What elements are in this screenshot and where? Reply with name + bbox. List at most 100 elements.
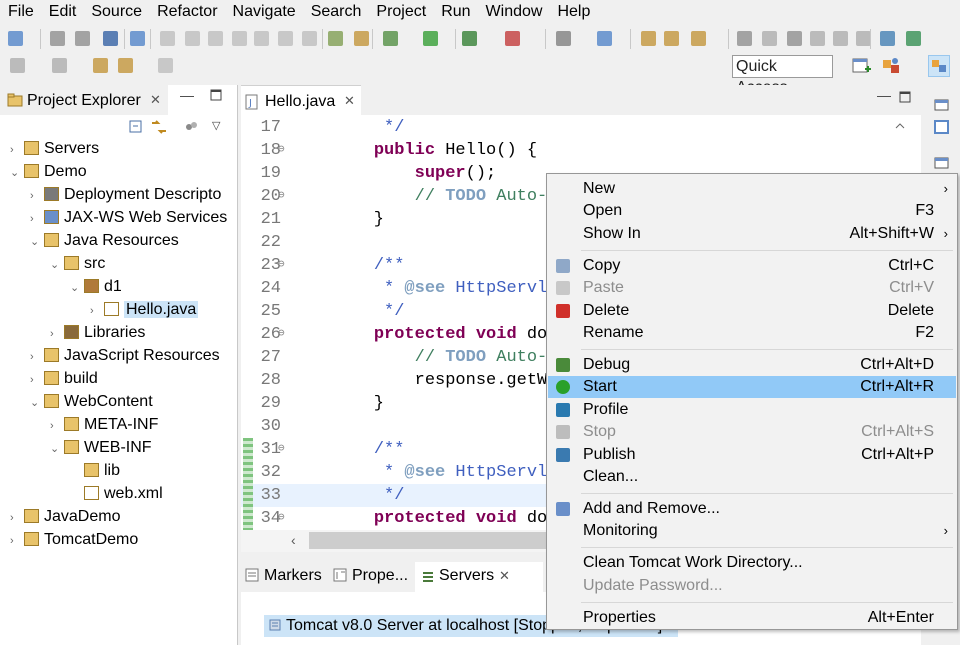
collapse-twisty-icon[interactable]: ⌄ — [50, 438, 64, 460]
menu-item-clean[interactable]: Clean... — [548, 466, 956, 488]
toggle-breadcrumb-icon[interactable] — [787, 31, 802, 46]
disconnect-icon[interactable] — [232, 31, 247, 46]
menu-item-debug[interactable]: Debug Ctrl+Alt+D — [548, 354, 956, 376]
tree-item[interactable]: ⌄ Demo — [10, 161, 87, 183]
save-icon[interactable] — [50, 31, 65, 46]
task-list-icon[interactable] — [933, 155, 951, 175]
menu-item-delete[interactable]: Delete Delete — [548, 300, 956, 322]
tree-item[interactable]: › META-INF — [50, 414, 158, 436]
forward-icon[interactable] — [158, 58, 173, 73]
minimize-icon[interactable]: — — [180, 87, 194, 103]
suspend-icon[interactable] — [185, 31, 200, 46]
tree-item[interactable]: web.xml — [70, 483, 163, 505]
menu-item-copy[interactable]: Copy Ctrl+C — [548, 255, 956, 277]
scroll-left-icon[interactable]: ‹ — [291, 532, 296, 548]
tree-item[interactable]: › Hello.java — [90, 299, 199, 322]
open-type-icon[interactable] — [641, 31, 656, 46]
menu-item-clean-tomcat-work-directory[interactable]: Clean Tomcat Work Directory... — [548, 552, 956, 574]
menu-item-properties[interactable]: Properties Alt+Enter — [548, 607, 956, 629]
tree-item[interactable]: ⌄ WEB-INF — [50, 437, 152, 459]
filters-icon[interactable] — [183, 119, 199, 139]
expand-twisty-icon[interactable]: › — [10, 507, 24, 529]
quick-access-field[interactable]: Quick Access — [732, 55, 833, 96]
tree-item[interactable]: › Libraries — [50, 322, 145, 344]
open-task-icon[interactable] — [664, 31, 679, 46]
menu-window[interactable]: Window — [478, 0, 550, 21]
expand-twisty-icon[interactable]: › — [50, 415, 64, 437]
web-perspective-icon[interactable] — [928, 55, 950, 77]
maximize-icon[interactable] — [899, 90, 911, 107]
restore-icon[interactable] — [933, 97, 951, 117]
minimize-icon[interactable]: — — [877, 87, 891, 103]
menu-item-publish[interactable]: Publish Ctrl+Alt+P — [548, 444, 956, 466]
collapse-twisty-icon[interactable]: ⌄ — [30, 231, 44, 253]
collapse-all-icon[interactable] — [128, 119, 144, 139]
new-icon[interactable] — [8, 31, 23, 46]
expand-twisty-icon[interactable]: › — [10, 139, 24, 161]
show-whitespace-icon[interactable] — [810, 31, 825, 46]
tree-item[interactable]: › build — [30, 368, 98, 390]
close-icon[interactable]: ✕ — [499, 568, 510, 584]
java-ee-perspective-icon[interactable] — [880, 55, 902, 77]
collapse-twisty-icon[interactable]: ⌄ — [30, 392, 44, 414]
menu-run[interactable]: Run — [433, 0, 477, 21]
collapse-twisty-icon[interactable]: ⌄ — [70, 277, 84, 299]
expand-twisty-icon[interactable]: › — [90, 300, 104, 322]
menu-item-profile[interactable]: Profile — [548, 399, 956, 421]
word-wrap-icon[interactable] — [833, 31, 848, 46]
expand-twisty-icon[interactable]: › — [30, 369, 44, 391]
menu-refactor[interactable]: Refactor — [149, 0, 224, 21]
menu-search[interactable]: Search — [303, 0, 369, 21]
menu-item-new[interactable]: New › — [548, 178, 956, 200]
mark-occurrences-icon[interactable] — [737, 31, 752, 46]
collapse-twisty-icon[interactable]: ⌄ — [50, 254, 64, 276]
coverage-icon[interactable] — [462, 31, 477, 46]
new-server-icon[interactable] — [556, 31, 571, 46]
menu-file[interactable]: File — [0, 0, 41, 21]
tree-item[interactable]: ⌄ WebContent — [30, 391, 153, 413]
terminate-icon[interactable] — [208, 31, 223, 46]
editor-tab-hello-java[interactable]: J Hello.java ✕ — [241, 85, 361, 116]
menu-item-open[interactable]: Open F3 — [548, 200, 956, 222]
tab-properties[interactable]: Prope... — [333, 567, 408, 585]
skip-breakpoints-icon[interactable] — [130, 31, 145, 46]
tab-markers[interactable]: Markers — [245, 567, 322, 585]
expand-twisty-icon[interactable]: › — [10, 530, 24, 552]
tree-item[interactable]: › TomcatDemo — [10, 529, 138, 551]
browser-icon[interactable] — [880, 31, 895, 46]
menu-navigate[interactable]: Navigate — [225, 0, 303, 21]
external-tools-icon[interactable] — [505, 31, 520, 46]
block-selection-icon[interactable] — [762, 31, 777, 46]
fold-toggle-icon[interactable]: ⊖ — [278, 254, 285, 277]
expand-twisty-icon[interactable]: › — [30, 346, 44, 368]
tree-item[interactable]: › JAX-WS Web Services — [30, 207, 227, 229]
tree-item[interactable]: ⌄ d1 — [70, 276, 122, 298]
tree-item[interactable]: ⌄ Java Resources — [30, 230, 179, 252]
tree-item[interactable]: › Deployment Descripto — [30, 184, 221, 206]
expand-twisty-icon[interactable]: › — [50, 323, 64, 345]
close-icon[interactable]: ✕ — [150, 92, 161, 108]
fold-toggle-icon[interactable]: ⊖ — [278, 507, 285, 530]
tree-item[interactable]: › JavaDemo — [10, 506, 120, 528]
new-java-class-icon[interactable] — [597, 31, 612, 46]
fold-toggle-icon[interactable]: ⊖ — [278, 438, 285, 461]
menu-help[interactable]: Help — [549, 0, 597, 21]
back-icon[interactable] — [118, 58, 133, 73]
view-menu-icon[interactable]: ▽ — [212, 119, 220, 132]
resume-icon[interactable] — [160, 31, 175, 46]
step-return-icon[interactable] — [302, 31, 317, 46]
menu-item-show-in[interactable]: Show In Alt+Shift+W › — [548, 223, 956, 245]
fold-toggle-icon[interactable]: ⊖ — [278, 323, 285, 346]
drop-frame-icon[interactable] — [328, 31, 343, 46]
run-icon[interactable] — [423, 31, 438, 46]
next-annotation-icon[interactable] — [10, 58, 25, 73]
menu-project[interactable]: Project — [368, 0, 433, 21]
menu-item-monitoring[interactable]: Monitoring › — [548, 520, 956, 542]
tree-item[interactable]: ⌄ src — [50, 253, 105, 275]
menu-edit[interactable]: Edit — [41, 0, 84, 21]
last-edit-location-icon[interactable] — [93, 58, 108, 73]
outline-icon[interactable] — [933, 119, 951, 139]
fold-toggle-icon[interactable]: ⊖ — [278, 139, 285, 162]
menu-item-start[interactable]: Start Ctrl+Alt+R — [548, 376, 956, 399]
maximize-icon[interactable] — [210, 88, 222, 105]
